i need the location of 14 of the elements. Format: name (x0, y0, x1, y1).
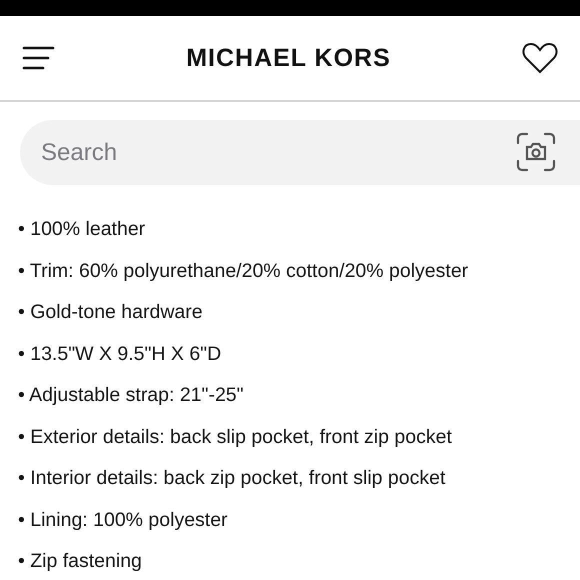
detail-text: • Gold-tone hardware (18, 301, 203, 324)
brand-logo[interactable]: MICHAEL KORS (186, 44, 391, 72)
search-field[interactable]: Search (20, 120, 580, 185)
detail-text: • Zip fastening (18, 550, 142, 574)
detail-text: • 13.5"W X 9.5"H X 6"D (18, 342, 222, 366)
detail-text: • Exterior details: back slip pocket, front zip pocket (18, 426, 452, 449)
detail-text: • Adjustable strap: 21"-25" (18, 384, 244, 408)
detail-text: • Interior details: back zip pocket, front slip pocket (18, 467, 446, 490)
detail-text: • Lining: 100% polyester (18, 508, 228, 532)
detail-text: • 100% leather (18, 218, 146, 242)
camera-icon[interactable] (516, 132, 556, 172)
heart-icon[interactable] (522, 42, 558, 74)
menu-icon[interactable] (22, 46, 55, 70)
detail-text: • Trim: 60% polyurethane/20% cotton/20% polyester (18, 260, 468, 283)
